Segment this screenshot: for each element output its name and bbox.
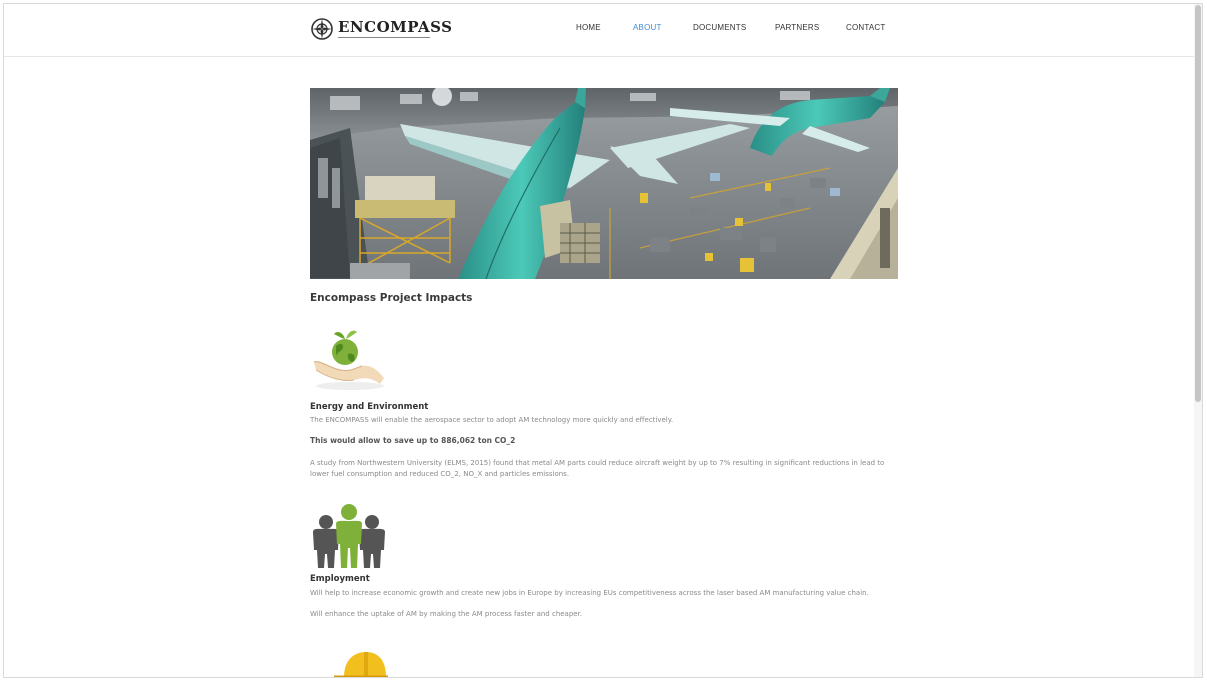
hero-image-aircraft-hangar: [310, 88, 898, 279]
page-scrollbar[interactable]: [1194, 4, 1202, 677]
energy-text-2: A study from Northwestern University (EL…: [310, 459, 885, 478]
hand-globe-icon: [310, 326, 388, 396]
browser-frame: ENCOMPASS HOME ABOUT DOCUMENTS PARTNERS …: [3, 3, 1203, 678]
nav-contact[interactable]: CONTACT: [846, 23, 885, 32]
energy-highlight: This would allow to save up to 886,062 t…: [310, 436, 516, 445]
energy-environment-title: Energy and Environment: [310, 402, 429, 412]
scrollbar-thumb[interactable]: [1195, 5, 1201, 402]
nav-documents[interactable]: DOCUMENTS: [693, 23, 746, 32]
compass-logo-icon: [311, 18, 333, 40]
site-logo[interactable]: ENCOMPASS: [310, 17, 452, 41]
hard-hat-icon: [310, 644, 390, 677]
nav-home[interactable]: HOME: [576, 23, 601, 32]
nav-partners[interactable]: PARTNERS: [775, 23, 819, 32]
site-header: ENCOMPASS HOME ABOUT DOCUMENTS PARTNERS …: [4, 4, 1196, 57]
employment-text-2: Will enhance the uptake of AM by making …: [310, 610, 583, 618]
logo-tagline-line: [338, 37, 430, 38]
hangar-illustration: [310, 88, 898, 279]
nav-about[interactable]: ABOUT: [633, 23, 662, 32]
employment-text-1: Will help to increase economic growth an…: [310, 589, 869, 597]
employment-title: Employment: [310, 574, 370, 584]
people-group-icon: [310, 502, 388, 574]
energy-text-1: The ENCOMPASS will enable the aerospace …: [310, 416, 674, 424]
logo-text: ENCOMPASS: [338, 18, 453, 36]
section-title: Encompass Project Impacts: [310, 292, 473, 304]
